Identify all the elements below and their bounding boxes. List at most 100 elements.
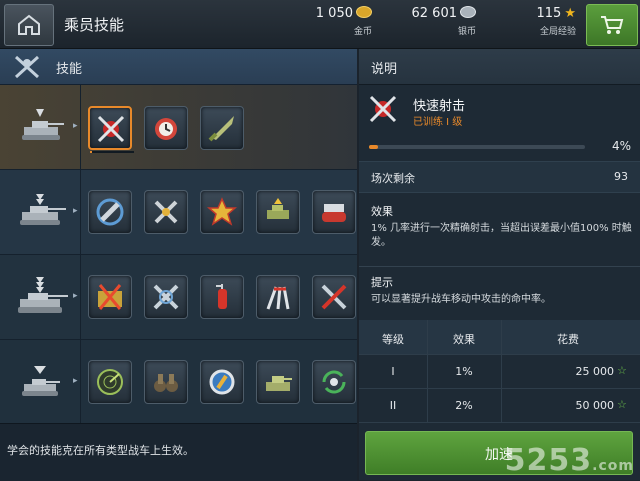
- skill-tread[interactable]: [312, 190, 356, 234]
- skills-header: 技能: [0, 49, 357, 85]
- row-cost: 25 000 ☆: [575, 364, 627, 378]
- skill-tank-armor[interactable]: [256, 360, 300, 404]
- xp-label: 全局经验: [539, 27, 576, 37]
- skill-tier-1: ▸: [0, 85, 357, 170]
- claw-icon: [266, 286, 290, 310]
- battles-remaining-value: 93: [614, 170, 628, 183]
- skill-crossed-shells[interactable]: [144, 190, 188, 234]
- tank-rank-3-icon: [18, 277, 68, 313]
- star-icon: ★: [564, 6, 576, 21]
- details-header-label: 说明: [371, 62, 398, 77]
- rapid-fire-icon: [97, 115, 125, 143]
- row-cost: 50 000 ☆: [575, 398, 627, 412]
- col-effect: 效果: [453, 333, 475, 346]
- shop-button[interactable]: [586, 4, 638, 46]
- skill-fire-extinguisher[interactable]: [200, 275, 244, 319]
- shell-icon: [208, 116, 234, 142]
- cart-icon: [601, 16, 624, 34]
- tip-text: 可以显著提升战车移动中攻击的命中率。: [371, 294, 551, 305]
- tier-1-rank: ▸: [0, 85, 81, 169]
- spinning-shell-icon: [96, 198, 124, 226]
- radar-icon: [97, 369, 123, 395]
- skill-shell[interactable]: [200, 106, 244, 150]
- training-progress-label: 4%: [611, 139, 631, 153]
- selected-skill-name: 快速射击: [413, 99, 466, 114]
- tank-armor-icon: [266, 376, 292, 391]
- skill-tier-2: ▸: [0, 170, 357, 255]
- skill-binoculars[interactable]: [144, 360, 188, 404]
- crossed-shells-icon: [154, 200, 178, 224]
- alarm-clock-icon: [155, 118, 177, 140]
- xp-value: 115: [536, 6, 562, 21]
- table-row: I 1% 25 000 ☆: [359, 354, 640, 389]
- gold-value: 1 050: [315, 6, 353, 21]
- row-cost-value: 25 000: [575, 365, 615, 378]
- silver-balance: 62 601 银币: [396, 6, 476, 37]
- tank-rank-1-icon: [22, 109, 64, 140]
- gold-balance: 1 050 金币: [296, 6, 372, 37]
- selected-skill: 快速射击 已训练 I 级: [359, 85, 640, 133]
- skill-spinning-shell[interactable]: [88, 190, 132, 234]
- skill-no-symbol[interactable]: [200, 360, 244, 404]
- skill-alarm[interactable]: [144, 106, 188, 150]
- details-header: 说明: [359, 49, 640, 85]
- tank-rank-2-icon: [20, 194, 66, 225]
- tier-1-arrow-icon: ▸: [73, 121, 78, 131]
- section-divider: [359, 266, 640, 267]
- col-cost: 花费: [557, 333, 579, 346]
- tip-title: 提示: [371, 276, 393, 289]
- training-progress-bar: [369, 145, 585, 149]
- site-watermark: 5253.com: [505, 443, 634, 478]
- tier-3-rank: ▸: [0, 255, 81, 339]
- star-icon: ☆: [617, 398, 627, 411]
- silver-coin-icon: [460, 6, 476, 18]
- star-icon: ☆: [617, 364, 627, 377]
- crossed-wrench-icon: [153, 284, 179, 310]
- watermark-main: 5253: [504, 443, 593, 478]
- refresh-arrows-icon: [322, 370, 346, 394]
- repair-tools-icon: [321, 284, 347, 310]
- details-panel: 说明 快速射击 已训练 I 级 4% 场次剩余 93 效果 1% 几率进行一次精…: [359, 49, 640, 480]
- row-level: I: [391, 365, 395, 378]
- ammo-box-icon: [98, 284, 122, 310]
- effect-text: 1% 几率进行一次精确射击，当超出误差最小值100% 时触发。: [371, 223, 632, 248]
- training-progress-fill: [369, 145, 378, 149]
- gold-label: 金币: [353, 27, 372, 37]
- crossed-swords-icon: [14, 55, 40, 79]
- skill-tank-up[interactable]: [256, 190, 300, 234]
- fire-extinguisher-icon: [216, 284, 227, 309]
- tier-2-arrow-icon: ▸: [73, 206, 78, 216]
- skill-tier-3: ▸: [0, 255, 357, 340]
- home-button[interactable]: [4, 4, 54, 46]
- tier-4-rank: ▸: [0, 340, 81, 424]
- skills-panel: 技能 ▸ ▸ ▸ ▸ 学会的技能克在所有类型战车上生效。: [0, 49, 357, 481]
- battles-remaining: 场次剩余 93: [359, 161, 640, 193]
- tank-up-icon: [267, 198, 289, 219]
- col-level: 等级: [382, 333, 404, 346]
- skill-progress-bar: [90, 151, 134, 153]
- skill-claw[interactable]: [256, 275, 300, 319]
- row-level: II: [389, 399, 397, 412]
- table-row: II 2% 50 000 ☆: [359, 388, 640, 423]
- skill-repair-tools[interactable]: [312, 275, 356, 319]
- skill-refresh[interactable]: [312, 360, 356, 404]
- row-effect: 2%: [455, 399, 473, 412]
- skill-ammo-box[interactable]: [88, 275, 132, 319]
- skill-crossed-wrench[interactable]: [144, 275, 188, 319]
- skills-header-label: 技能: [56, 62, 83, 77]
- gold-coin-icon: [356, 6, 372, 18]
- no-symbol-icon: [209, 369, 235, 395]
- top-bar: 乘员技能 1 050 金币 62 601 银币 115 ★ 全局经验: [0, 0, 640, 49]
- skills-footer-note: 学会的技能克在所有类型战车上生效。: [7, 444, 194, 457]
- row-cost-value: 50 000: [575, 399, 615, 412]
- skill-radar[interactable]: [88, 360, 132, 404]
- effect-section: 效果 1% 几率进行一次精确射击，当超出误差最小值100% 时触发。: [371, 205, 633, 250]
- binoculars-icon: [154, 374, 178, 392]
- watermark-suffix: .com: [592, 458, 634, 474]
- tip-section: 提示 可以显著提升战车移动中攻击的命中率。: [371, 276, 633, 307]
- skill-star-badge[interactable]: [200, 190, 244, 234]
- page-title: 乘员技能: [64, 16, 125, 34]
- skill-rapid-fire[interactable]: [88, 106, 134, 153]
- tier-4-arrow-icon: ▸: [73, 376, 78, 386]
- xp-balance: 115 ★ 全局经验: [520, 6, 576, 37]
